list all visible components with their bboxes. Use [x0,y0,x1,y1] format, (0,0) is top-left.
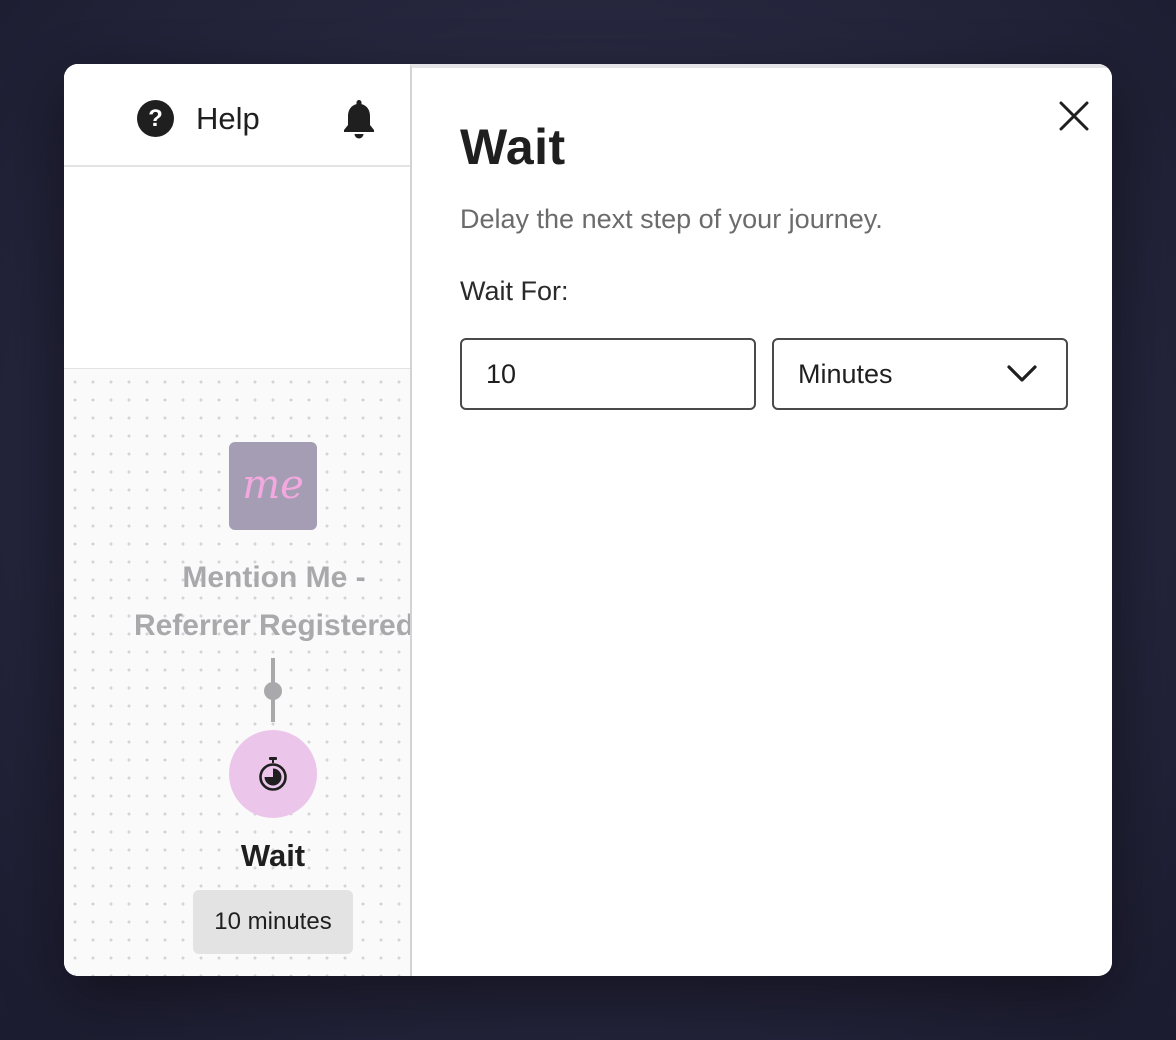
duration-input[interactable] [460,338,756,410]
time-unit-select[interactable]: Minutes [772,338,1068,410]
wait-node-title: Wait [240,838,306,873]
app-window: ? Help me Mention Me - Referrer Register… [64,64,1112,976]
journey-canvas-pane: ? Help me Mention Me - Referrer Register… [64,64,410,976]
wait-node[interactable] [229,730,317,818]
wait-settings-panel: Wait Delay the next step of your journey… [410,64,1112,976]
top-bar: ? Help [64,64,410,167]
mention-me-logo[interactable]: me [229,442,317,530]
panel-subtitle: Delay the next step of your journey. [460,204,883,234]
chevron-down-icon [1007,365,1037,382]
panel-title: Wait [460,119,566,175]
bell-icon[interactable] [341,98,377,140]
time-unit-value: Minutes [798,359,893,389]
help-icon[interactable]: ? [137,100,174,137]
trigger-node-title: Mention Me - Referrer Registered [133,561,410,642]
toolbar-area [64,167,410,370]
stopwatch-icon [259,757,287,791]
close-icon[interactable] [1058,100,1090,132]
logo-text: me [242,462,304,508]
wait-duration-badge: 10 minutes [193,890,353,954]
mention-me-logo-mark: me [242,462,304,508]
help-link[interactable]: Help [196,100,260,137]
wait-for-label: Wait For: [460,276,569,306]
connector-handle[interactable] [264,682,282,700]
